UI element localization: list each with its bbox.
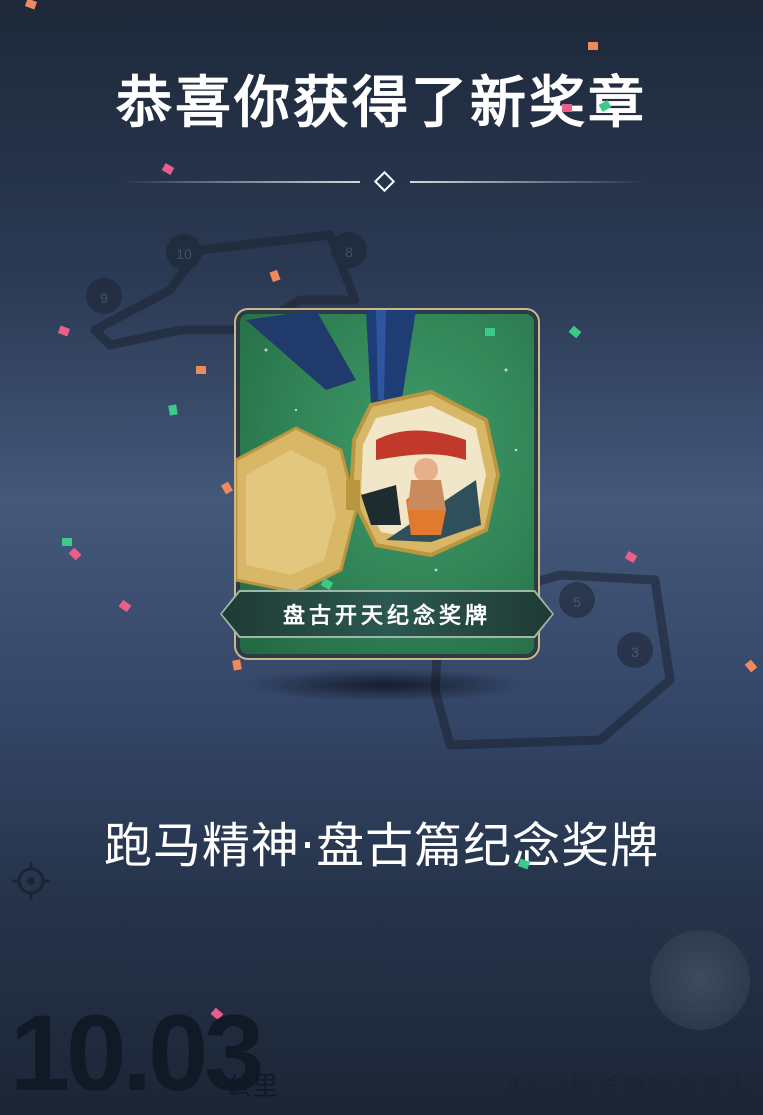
- map-marker-3: 3: [617, 632, 653, 668]
- confetti-piece: [562, 104, 572, 112]
- divider-left: [120, 181, 360, 183]
- svg-text:8: 8: [345, 244, 353, 260]
- svg-text:9: 9: [100, 290, 108, 306]
- medal-banner: 盘古开天纪念奖牌: [222, 592, 552, 636]
- distance-unit: 公里: [226, 1072, 279, 1102]
- map-marker-8: 8: [331, 232, 367, 268]
- divider-right: [410, 181, 645, 183]
- confetti-piece: [232, 659, 242, 671]
- svg-text:3: 3: [631, 644, 639, 660]
- confetti-piece: [485, 328, 495, 336]
- confetti-piece: [62, 538, 72, 546]
- footer-username: Agile扬长避短等贵人: [504, 1073, 751, 1103]
- map-marker-9: 9: [86, 278, 122, 314]
- medal-shadow: [240, 668, 530, 702]
- medal-name: 跑马精神·盘古篇纪念奖牌: [103, 818, 660, 874]
- map-marker-10: 10: [166, 234, 202, 270]
- confetti-piece: [168, 404, 178, 416]
- svg-text:10: 10: [176, 246, 192, 262]
- map-marker-5: 5: [559, 582, 595, 618]
- map-thumbnail: [650, 930, 750, 1030]
- confetti-piece: [196, 366, 206, 374]
- svg-text:5: 5: [573, 594, 581, 610]
- medal-banner-text: 盘古开天纪念奖牌: [282, 604, 491, 629]
- distance-value: 10.03: [10, 992, 264, 1113]
- locate-icon: [12, 862, 50, 900]
- confetti-piece: [588, 42, 598, 50]
- page-title: 恭喜你获得了新奖章: [116, 71, 647, 136]
